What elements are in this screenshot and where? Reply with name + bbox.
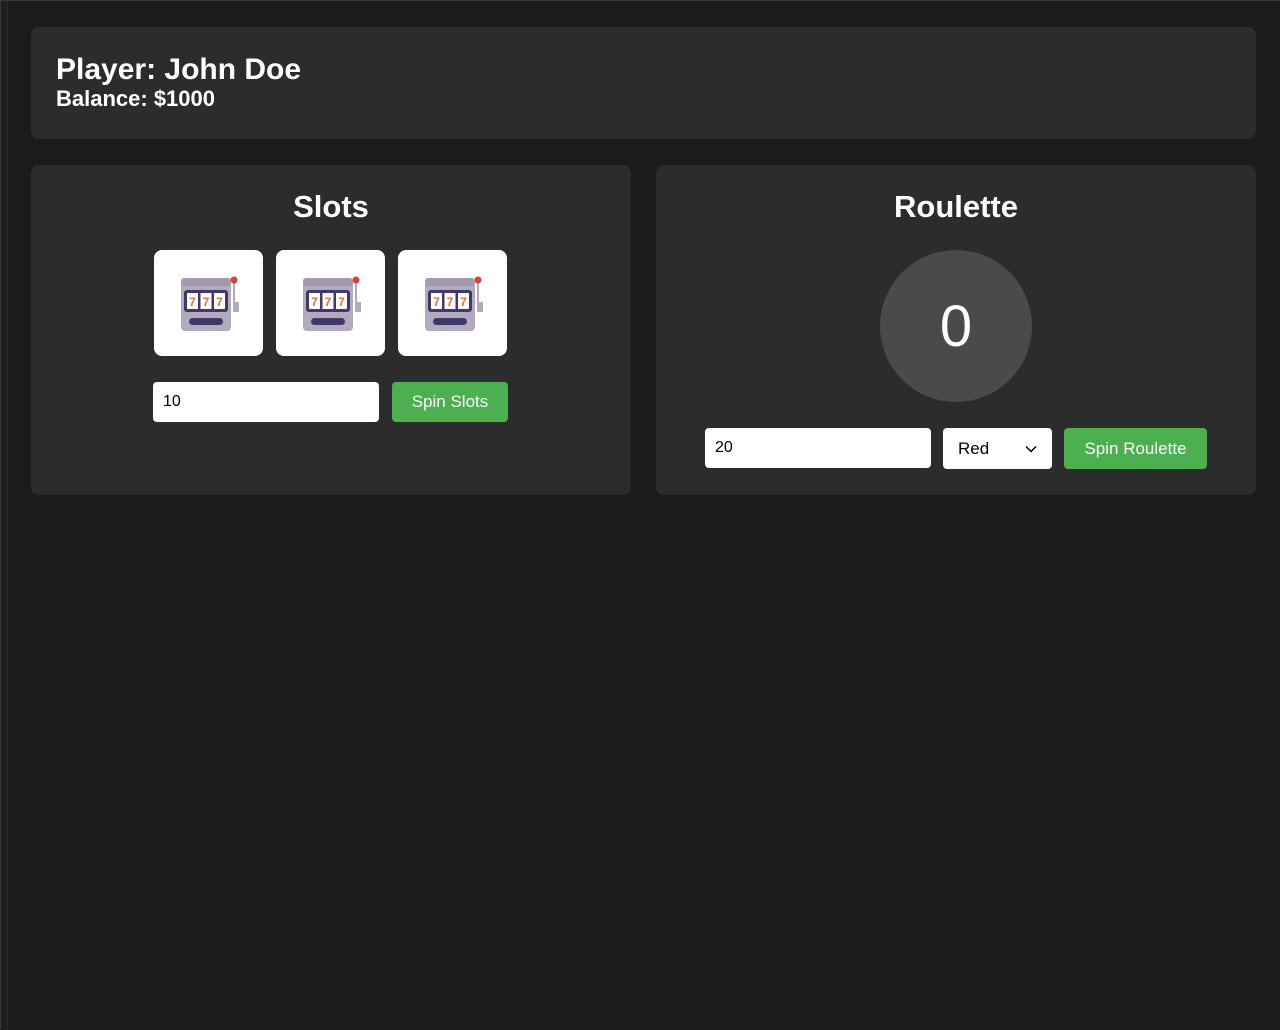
slot-reel: 7 7 7: [276, 250, 385, 356]
roulette-color-selected: Red: [958, 438, 990, 458]
roulette-bet-input[interactable]: 20: [705, 428, 931, 468]
background-editor-edge: [1, 1, 8, 1030]
svg-text:7: 7: [433, 295, 440, 309]
roulette-result: 0: [939, 293, 973, 359]
player-name: Player: John Doe: [56, 53, 302, 86]
roulette-card: Roulette 0 20 Red Spin Roulette: [656, 165, 1256, 495]
slots-card: Slots 7 7 7 7 7 7 7 7 7 10 Spin Slots: [31, 165, 631, 495]
slot-machine-icon: 7 7 7: [302, 276, 361, 331]
svg-text:7: 7: [324, 295, 331, 309]
roulette-title: Roulette: [894, 189, 1018, 224]
spin-slots-button[interactable]: Spin Slots: [392, 382, 508, 422]
svg-text:7: 7: [216, 295, 223, 309]
roulette-color-select[interactable]: Red: [943, 428, 1052, 469]
slots-bet-input[interactable]: 10: [153, 382, 379, 422]
roulette-wheel: 0: [880, 250, 1032, 402]
svg-text:7: 7: [202, 295, 209, 309]
chevron-down-icon: [1025, 445, 1037, 453]
svg-text:7: 7: [189, 295, 196, 309]
slots-reels: 7 7 7 7 7 7 7 7 7: [154, 250, 507, 356]
player-info-card: Player: John Doe Balance: $1000: [31, 27, 1256, 139]
slots-title: Slots: [293, 189, 369, 224]
svg-text:7: 7: [446, 295, 453, 309]
svg-text:7: 7: [338, 295, 345, 309]
slot-machine-icon: 7 7 7: [424, 276, 483, 331]
svg-text:7: 7: [460, 295, 467, 309]
slot-reel: 7 7 7: [398, 250, 507, 356]
player-balance: Balance: $1000: [56, 86, 215, 111]
app-window: Player: John Doe Balance: $1000 Slots 7 …: [0, 0, 1280, 1030]
slot-machine-icon: 7 7 7: [180, 276, 239, 331]
slot-reel: 7 7 7: [154, 250, 263, 356]
spin-roulette-button[interactable]: Spin Roulette: [1064, 428, 1207, 469]
svg-text:7: 7: [311, 295, 318, 309]
